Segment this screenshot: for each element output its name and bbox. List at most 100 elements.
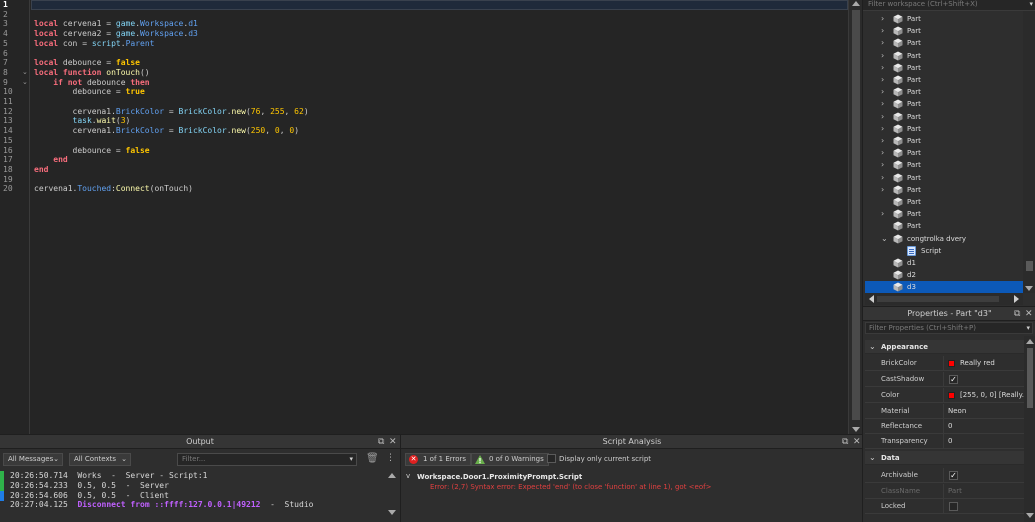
- section-data[interactable]: ⌄ Data: [865, 451, 1024, 465]
- chevron-right-icon[interactable]: ›: [881, 26, 884, 36]
- chevron-right-icon[interactable]: ›: [881, 38, 884, 48]
- properties-filter-input[interactable]: Filter Properties (Ctrl+Shift+P) ▾: [865, 322, 1033, 334]
- contexts-dropdown[interactable]: All Contexts ⌄: [69, 453, 131, 466]
- close-icon[interactable]: ✕: [853, 436, 861, 448]
- scroll-up-icon[interactable]: [388, 473, 396, 478]
- chevron-right-icon[interactable]: ›: [881, 75, 884, 85]
- section-appearance[interactable]: ⌄ Appearance: [865, 340, 1024, 354]
- explorer-item-part[interactable]: › Part: [865, 184, 1023, 196]
- analysis-error-message[interactable]: Error: (2,7) Syntax error: Expected 'end…: [430, 483, 711, 491]
- explorer-item-part[interactable]: › Part: [865, 111, 1023, 123]
- code-line[interactable]: if not debounce then: [34, 78, 149, 88]
- dock-icon[interactable]: ⧉: [1014, 308, 1020, 320]
- explorer-item-part[interactable]: › Part: [865, 25, 1023, 37]
- scroll-down-icon[interactable]: [1026, 513, 1034, 518]
- prop-value[interactable]: Really red: [960, 359, 1024, 368]
- explorer-item-part[interactable]: › Part: [865, 50, 1023, 62]
- chevron-down-icon[interactable]: ⌄: [881, 234, 888, 244]
- explorer-item-part[interactable]: › Part: [865, 37, 1023, 49]
- prop-reflectance[interactable]: Reflectance 0: [865, 419, 1024, 434]
- explorer-hscroll-thumb[interactable]: [877, 296, 999, 302]
- errors-filter-button[interactable]: ✕ 1 of 1 Errors: [405, 453, 472, 466]
- prop-transparency[interactable]: Transparency 0: [865, 434, 1024, 449]
- editor-scrollbar[interactable]: [848, 0, 862, 434]
- log-line[interactable]: 20:27:04.125 Disconnect from ::ffff:127.…: [10, 500, 313, 510]
- code-line[interactable]: local cervena2 = game.Workspace.d3: [34, 29, 198, 39]
- log-line[interactable]: 20:26:54.233 0.5, 0.5 - Server: [10, 481, 169, 491]
- prop-locked[interactable]: Locked: [865, 499, 1024, 514]
- explorer-item-part[interactable]: Part: [865, 220, 1023, 232]
- fold-chevron-icon[interactable]: ⌄: [22, 68, 28, 76]
- chevron-right-icon[interactable]: ›: [881, 51, 884, 61]
- explorer-item-d1[interactable]: d1: [865, 257, 1023, 269]
- close-icon[interactable]: ✕: [1025, 308, 1033, 320]
- explorer-scroll-thumb[interactable]: [1026, 261, 1033, 271]
- analysis-script-path[interactable]: Workspace.Door1.ProximityPrompt.Script: [417, 473, 582, 481]
- code-line[interactable]: cervena1.BrickColor = BrickColor.new(76,…: [34, 107, 309, 117]
- chevron-right-icon[interactable]: ›: [881, 148, 884, 158]
- explorer-horizontal-scrollbar[interactable]: [865, 293, 1023, 305]
- output-filter-input[interactable]: Filter... ▾: [177, 453, 357, 466]
- dock-icon[interactable]: ⧉: [378, 436, 384, 448]
- prop-value[interactable]: 0: [948, 422, 1024, 431]
- code-line[interactable]: debounce = false: [34, 146, 150, 156]
- scroll-down-icon[interactable]: [1025, 286, 1033, 291]
- scroll-right-icon[interactable]: [1014, 295, 1019, 303]
- code-line[interactable]: cervena1.Touched:Connect(onTouch): [34, 184, 193, 194]
- chevron-down-icon[interactable]: v: [406, 472, 410, 480]
- locked-checkbox[interactable]: [949, 502, 958, 511]
- prop-brickcolor[interactable]: BrickColor Really red: [865, 356, 1024, 371]
- explorer-item-part[interactable]: › Part: [865, 135, 1023, 147]
- explorer-item-part[interactable]: › Part: [865, 62, 1023, 74]
- prop-material[interactable]: Material Neon: [865, 404, 1024, 419]
- archivable-checkbox[interactable]: ✓: [949, 471, 958, 480]
- explorer-item-part[interactable]: › Part: [865, 159, 1023, 171]
- scroll-up-icon[interactable]: [1026, 339, 1034, 344]
- chevron-right-icon[interactable]: ›: [881, 185, 884, 195]
- scroll-down-icon[interactable]: [388, 510, 396, 515]
- chevron-right-icon[interactable]: ›: [881, 160, 884, 170]
- code-line[interactable]: cervena1.BrickColor = BrickColor.new(250…: [34, 126, 299, 136]
- explorer-vertical-scrollbar[interactable]: [1023, 11, 1035, 293]
- explorer-item-part[interactable]: › Part: [865, 208, 1023, 220]
- prop-castshadow[interactable]: CastShadow ✓: [865, 372, 1024, 387]
- editor-scroll-thumb[interactable]: [852, 10, 860, 420]
- code-line[interactable]: local con = script.Parent: [34, 39, 154, 49]
- warnings-filter-button[interactable]: 0 of 0 Warnings: [471, 453, 549, 466]
- prop-value[interactable]: Neon: [948, 407, 1024, 416]
- explorer-item-part[interactable]: › Part: [865, 74, 1023, 86]
- explorer-item-d2[interactable]: d2: [865, 269, 1023, 281]
- close-icon[interactable]: ✕: [389, 436, 397, 448]
- fold-chevron-icon[interactable]: ⌄: [22, 78, 28, 86]
- explorer-item-congtrolka-dvery[interactable]: ⌄ congtrolka dvery: [865, 233, 1023, 245]
- chevron-right-icon[interactable]: ›: [881, 14, 884, 24]
- explorer-item-part[interactable]: › Part: [865, 86, 1023, 98]
- chevron-right-icon[interactable]: ›: [881, 136, 884, 146]
- messages-dropdown[interactable]: All Messages ⌄: [3, 453, 63, 466]
- code-line[interactable]: debounce = true: [34, 87, 145, 97]
- prop-value[interactable]: 0: [948, 437, 1024, 446]
- explorer-item-d3[interactable]: d3: [865, 281, 1023, 294]
- log-line[interactable]: 20:26:50.714 Works - Server - Script:1: [10, 471, 207, 481]
- chevron-right-icon[interactable]: ›: [881, 124, 884, 134]
- code-line[interactable]: local cervena1 = game.Workspace.d1: [34, 19, 198, 29]
- explorer-item-script[interactable]: Script: [865, 245, 1023, 257]
- explorer-item-part[interactable]: › Part: [865, 98, 1023, 110]
- properties-scrollbar[interactable]: [1024, 336, 1035, 522]
- trash-icon[interactable]: 🗑: [366, 453, 379, 464]
- chevron-right-icon[interactable]: ›: [881, 112, 884, 122]
- castshadow-checkbox[interactable]: ✓: [949, 375, 958, 384]
- code-line[interactable]: local function onTouch(): [34, 68, 150, 78]
- prop-archivable[interactable]: Archivable ✓: [865, 468, 1024, 483]
- scroll-left-icon[interactable]: [869, 295, 874, 303]
- output-scrollbar[interactable]: [386, 470, 398, 522]
- chevron-right-icon[interactable]: ›: [881, 99, 884, 109]
- chevron-right-icon[interactable]: ›: [881, 63, 884, 73]
- explorer-item-part[interactable]: Part: [865, 196, 1023, 208]
- scroll-up-icon[interactable]: [852, 1, 860, 6]
- explorer-item-part[interactable]: › Part: [865, 123, 1023, 135]
- prop-color[interactable]: Color [255, 0, 0] [Really...: [865, 388, 1024, 403]
- script-editor[interactable]: 1 2 3 4 5 6 7 8 9 10 11 12 13 14 15 16 17 18 19 20 ⌄ ⌄ local …: [0, 0, 862, 434]
- explorer-item-part[interactable]: › Part: [865, 13, 1023, 25]
- chevron-right-icon[interactable]: ›: [881, 173, 884, 183]
